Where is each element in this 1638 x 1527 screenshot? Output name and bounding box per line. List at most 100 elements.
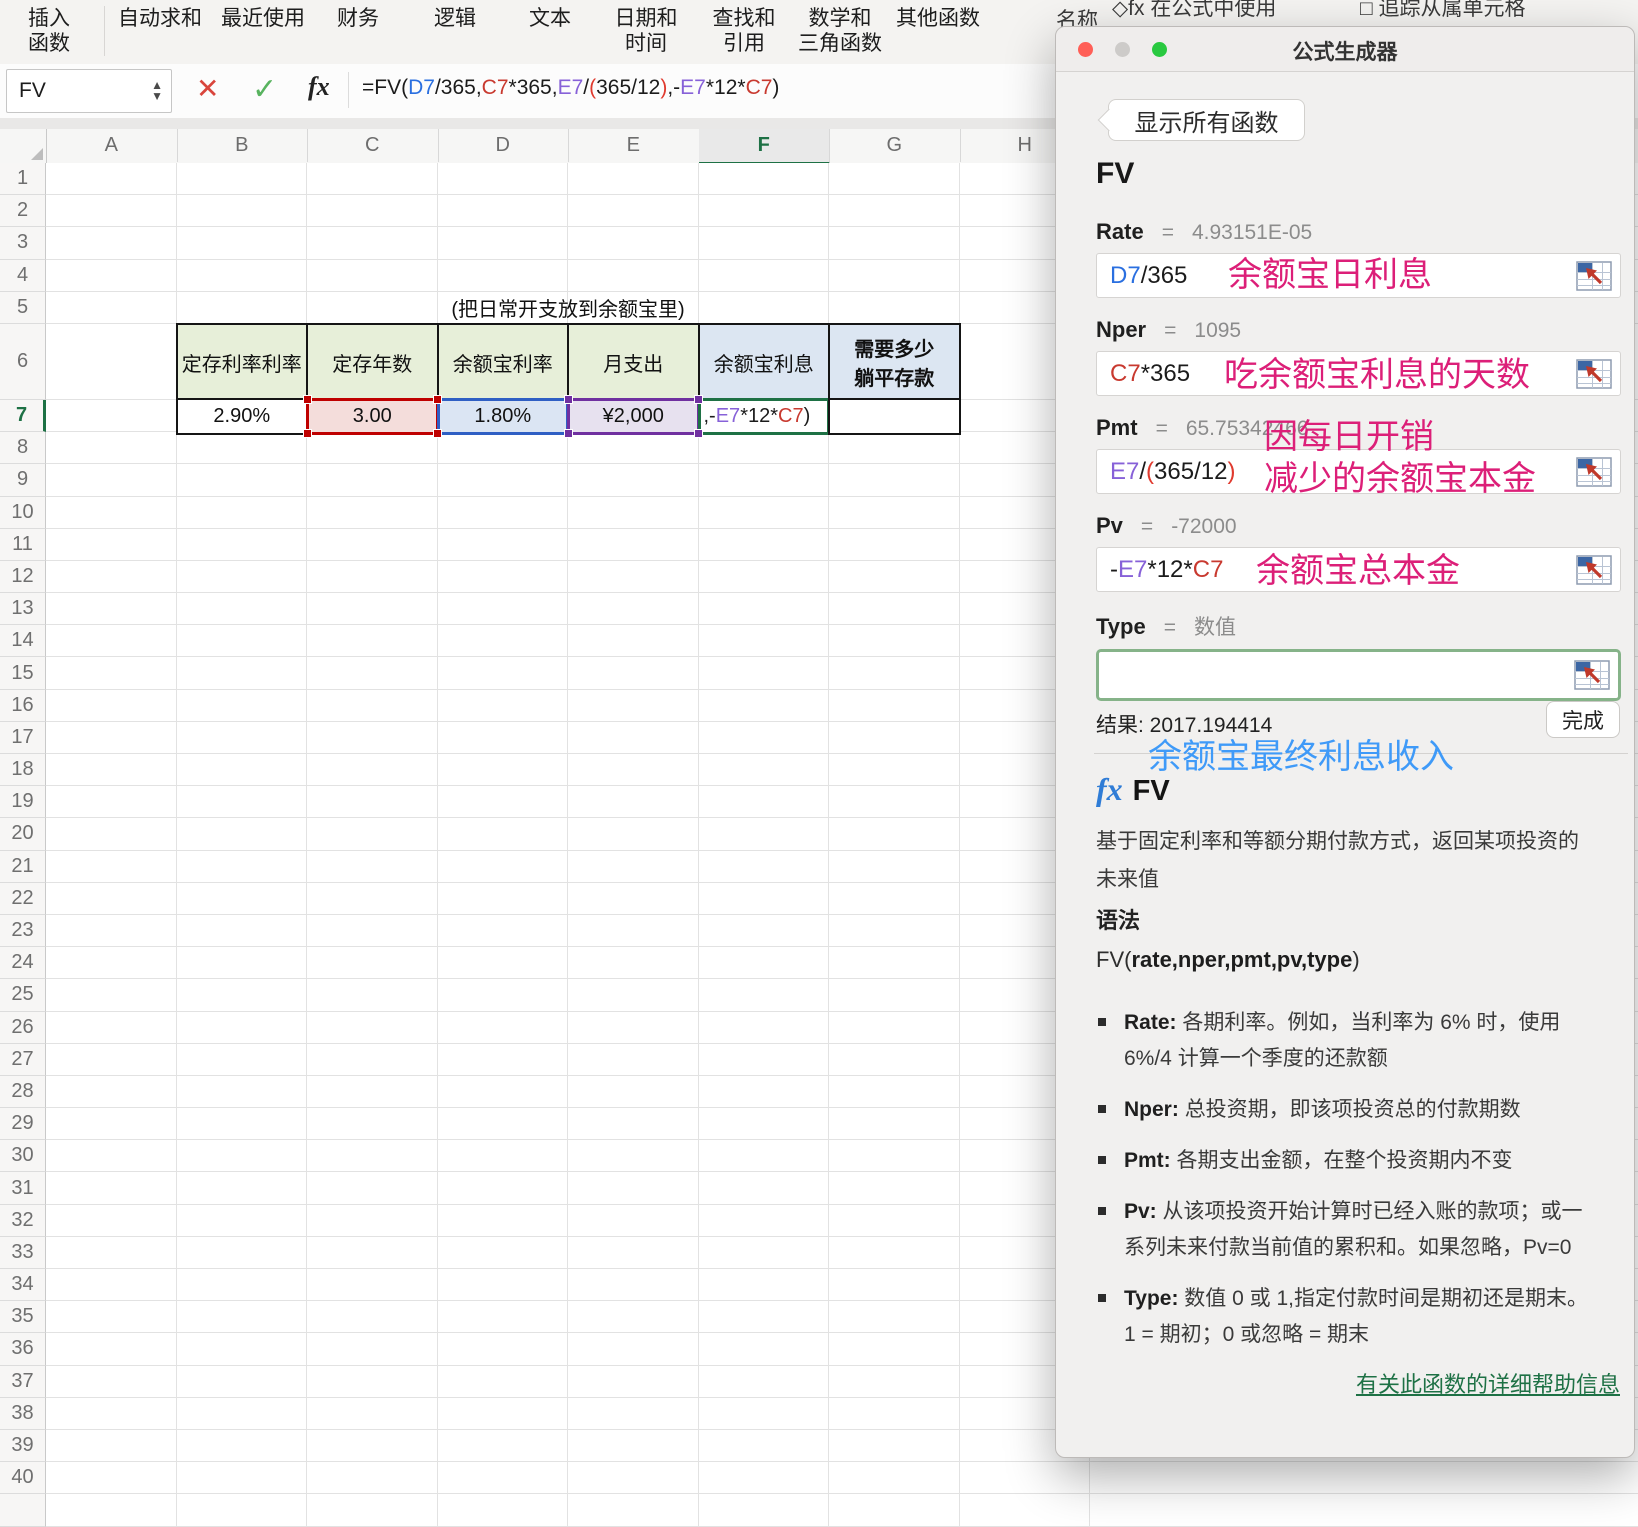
row-header-27[interactable]: 27 bbox=[0, 1043, 46, 1076]
row-header-37[interactable]: 37 bbox=[0, 1365, 46, 1398]
range-selector-icon[interactable] bbox=[1574, 660, 1610, 690]
grid-cell[interactable] bbox=[307, 1204, 438, 1237]
grid-cell[interactable] bbox=[829, 1140, 960, 1173]
grid-cell[interactable] bbox=[46, 195, 177, 228]
grid-cell[interactable] bbox=[698, 786, 829, 819]
grid-cell[interactable] bbox=[46, 259, 177, 292]
grid-cell[interactable] bbox=[568, 1043, 699, 1076]
row-header-4[interactable]: 4 bbox=[0, 259, 46, 292]
nper-input[interactable]: C7*365 bbox=[1096, 351, 1621, 396]
grid-cell[interactable] bbox=[829, 593, 960, 626]
grid-cell[interactable] bbox=[568, 1301, 699, 1334]
selection-handle[interactable] bbox=[432, 395, 442, 404]
grid-cell[interactable] bbox=[307, 914, 438, 948]
grid-cell[interactable] bbox=[568, 882, 699, 915]
grid-cell[interactable] bbox=[307, 593, 438, 626]
grid-cell[interactable] bbox=[437, 1140, 568, 1173]
grid-cell[interactable] bbox=[437, 227, 568, 260]
grid-cell[interactable] bbox=[176, 195, 307, 228]
grid-cell[interactable] bbox=[46, 432, 177, 465]
grid-cell[interactable] bbox=[698, 657, 829, 690]
row-header-next[interactable] bbox=[0, 1494, 46, 1527]
grid-cell[interactable] bbox=[46, 1365, 177, 1398]
cell-D7[interactable]: 1.80% bbox=[436, 398, 569, 436]
grid-cell[interactable] bbox=[46, 818, 177, 851]
grid-cell[interactable] bbox=[176, 689, 307, 722]
grid-cell[interactable] bbox=[46, 1333, 177, 1366]
type-input[interactable] bbox=[1096, 649, 1621, 701]
grid-cell[interactable] bbox=[307, 1172, 438, 1205]
selection-handle[interactable] bbox=[693, 395, 703, 404]
grid-cell[interactable] bbox=[437, 1269, 568, 1302]
grid-cell[interactable] bbox=[46, 882, 177, 915]
row-header-21[interactable]: 21 bbox=[0, 850, 46, 883]
ribbon-item-其他函数[interactable]: 其他函数 bbox=[873, 6, 1003, 31]
row-header-16[interactable]: 16 bbox=[0, 689, 46, 722]
grid-cell[interactable] bbox=[437, 1011, 568, 1044]
grid-cell[interactable] bbox=[568, 1269, 699, 1302]
grid-cell[interactable] bbox=[829, 979, 960, 1012]
grid-cell[interactable] bbox=[176, 1140, 307, 1173]
grid-cell[interactable] bbox=[176, 593, 307, 626]
grid-cell[interactable] bbox=[307, 496, 438, 529]
range-selector-icon[interactable] bbox=[1576, 554, 1612, 585]
row-header-18[interactable]: 18 bbox=[0, 754, 46, 787]
grid-cell[interactable] bbox=[307, 432, 438, 465]
grid-cell[interactable] bbox=[568, 818, 699, 851]
grid-cell[interactable] bbox=[307, 1075, 438, 1109]
grid-cell[interactable] bbox=[307, 721, 438, 754]
grid-cell[interactable] bbox=[698, 163, 829, 196]
grid-cell[interactable] bbox=[698, 1365, 829, 1398]
grid-cell[interactable] bbox=[176, 979, 307, 1012]
grid-cell[interactable] bbox=[437, 914, 568, 948]
grid-cell[interactable] bbox=[176, 1301, 307, 1334]
grid-cell[interactable] bbox=[698, 1204, 829, 1237]
grid-cell[interactable] bbox=[829, 1204, 960, 1237]
grid-cell[interactable] bbox=[437, 163, 568, 196]
grid-cell[interactable] bbox=[698, 560, 829, 594]
grid-cell[interactable] bbox=[829, 1494, 960, 1527]
grid-cell[interactable] bbox=[176, 464, 307, 497]
grid-cell[interactable] bbox=[437, 786, 568, 819]
grid-cell[interactable] bbox=[307, 1397, 438, 1430]
column-header-G[interactable]: G bbox=[829, 129, 961, 162]
grid-cell[interactable] bbox=[698, 1236, 829, 1269]
grid-cell[interactable] bbox=[698, 195, 829, 228]
grid-cell[interactable] bbox=[698, 1140, 829, 1173]
cell-B7[interactable]: 2.90% bbox=[175, 398, 308, 436]
grid-cell[interactable] bbox=[307, 1236, 438, 1269]
select-all-corner[interactable] bbox=[0, 129, 47, 163]
grid-cell[interactable] bbox=[307, 625, 438, 658]
grid-cell[interactable] bbox=[437, 593, 568, 626]
grid-cell[interactable] bbox=[829, 1043, 960, 1076]
grid-cell[interactable] bbox=[437, 259, 568, 292]
grid-cell[interactable] bbox=[568, 1494, 699, 1527]
grid-cell[interactable] bbox=[437, 1236, 568, 1269]
grid-cell[interactable] bbox=[829, 163, 960, 196]
grid-cell[interactable] bbox=[1090, 1462, 1638, 1495]
grid-cell[interactable] bbox=[176, 625, 307, 658]
grid-cell[interactable] bbox=[46, 914, 177, 948]
row-header-20[interactable]: 20 bbox=[0, 818, 46, 851]
grid-cell[interactable] bbox=[46, 528, 177, 561]
grid-cell[interactable] bbox=[829, 754, 960, 787]
grid-cell[interactable] bbox=[829, 1011, 960, 1044]
grid-cell[interactable] bbox=[437, 850, 568, 883]
grid-cell[interactable] bbox=[698, 496, 829, 529]
grid-cell[interactable] bbox=[568, 914, 699, 948]
grid-cell[interactable] bbox=[46, 721, 177, 754]
grid-cell[interactable] bbox=[46, 1011, 177, 1044]
grid-cell[interactable] bbox=[437, 882, 568, 915]
grid-cell[interactable] bbox=[176, 818, 307, 851]
rate-input[interactable]: D7/365 bbox=[1096, 253, 1621, 298]
grid-cell[interactable] bbox=[46, 786, 177, 819]
grid-cell[interactable] bbox=[307, 1462, 438, 1495]
grid-cell[interactable] bbox=[46, 560, 177, 594]
range-selector-icon[interactable] bbox=[1576, 456, 1612, 487]
table-header-cell[interactable]: 余额宝利率 bbox=[436, 323, 569, 401]
column-header-A[interactable]: A bbox=[46, 129, 178, 162]
grid-cell[interactable] bbox=[698, 818, 829, 851]
grid-cell[interactable] bbox=[829, 947, 960, 980]
grid-cell[interactable] bbox=[568, 1429, 699, 1463]
table-header-cell[interactable]: 月支出 bbox=[567, 323, 700, 401]
